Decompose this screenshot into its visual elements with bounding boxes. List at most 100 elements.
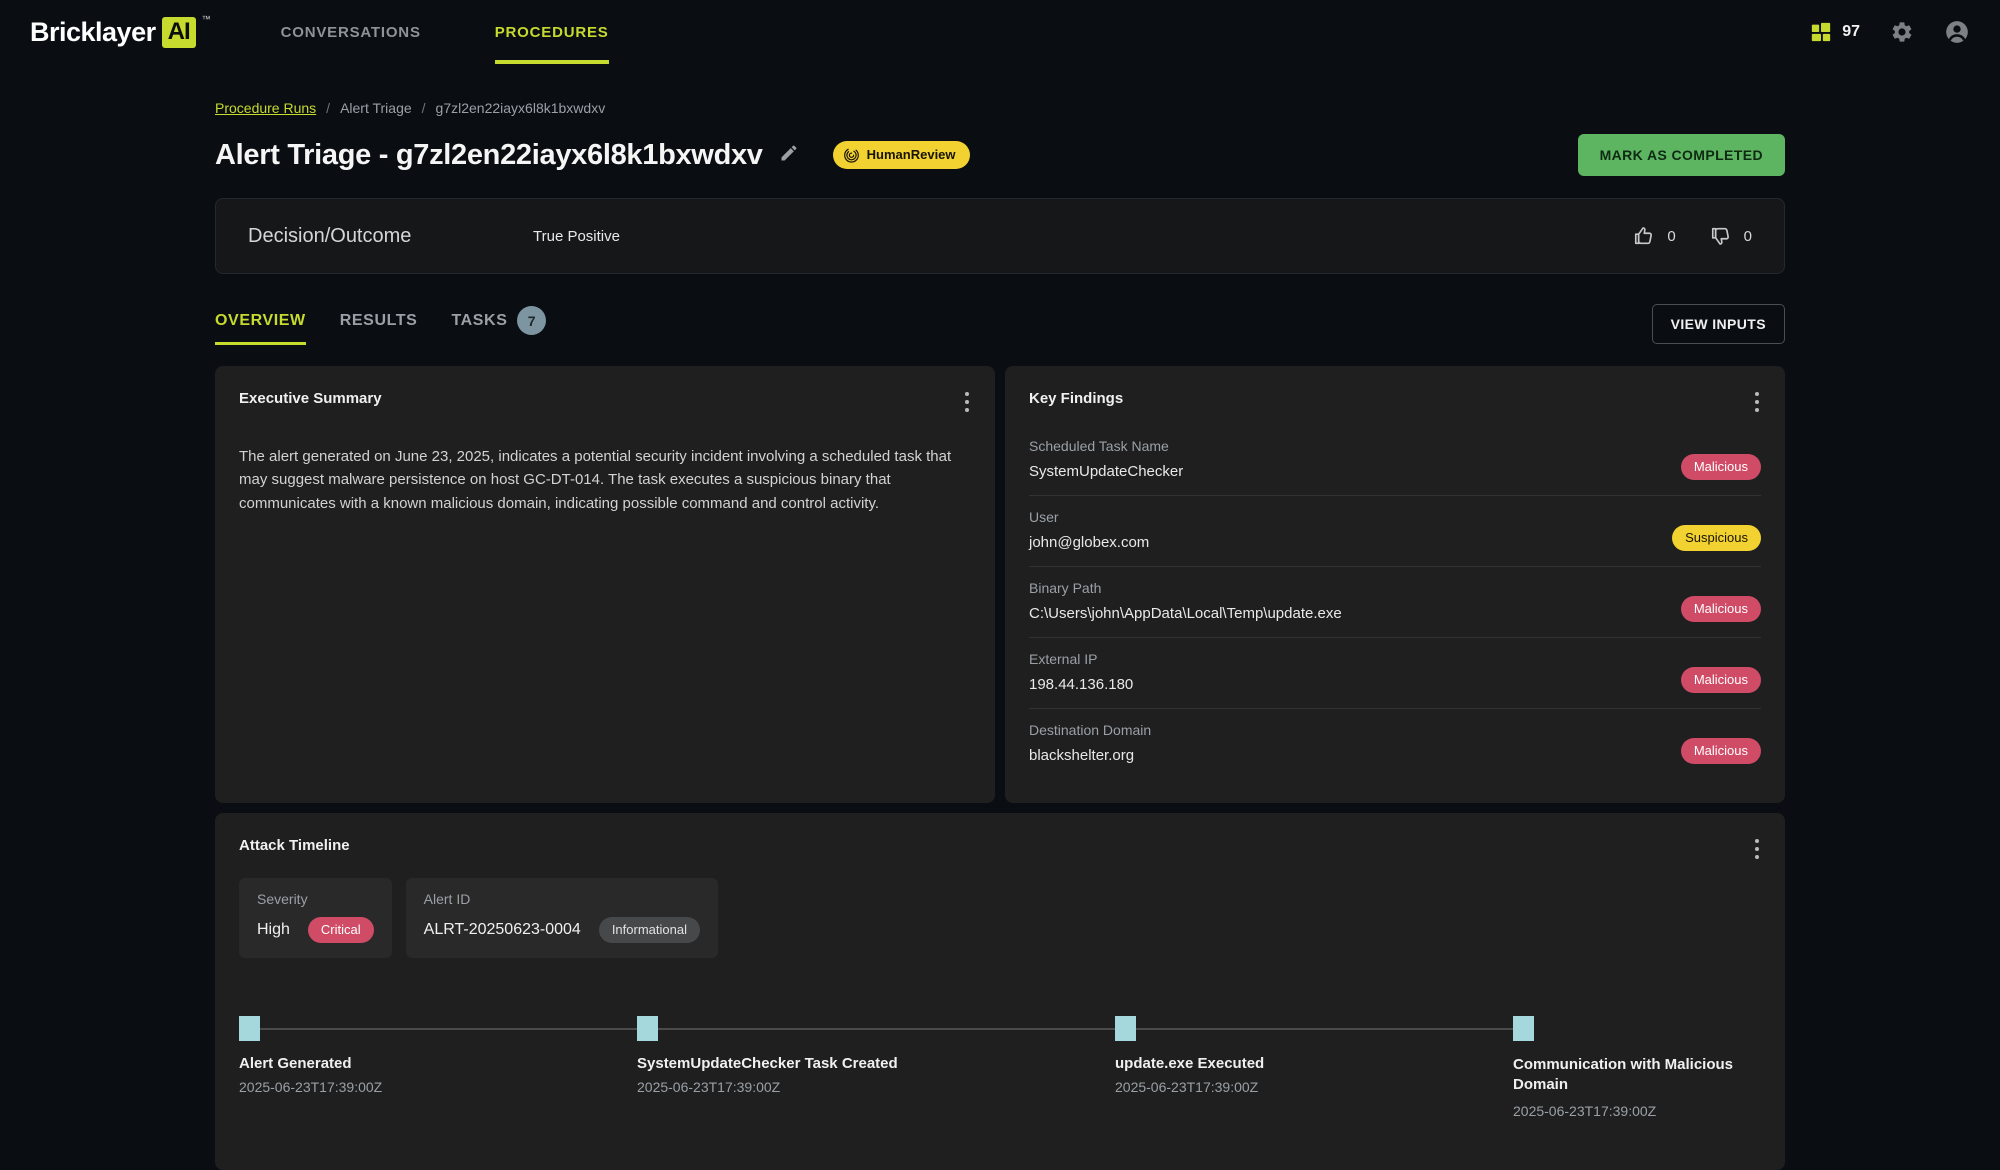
timeline-event-timestamp: 2025-06-23T17:39:00Z <box>239 1079 599 1095</box>
finding-label: External IP <box>1029 651 1133 667</box>
timeline-event-title: SystemUpdateChecker Task Created <box>637 1055 1067 1072</box>
alert-id-label: Alert ID <box>424 891 700 907</box>
fingerprint-icon <box>843 146 860 163</box>
settings-button[interactable] <box>1890 20 1914 44</box>
overview-cards: Executive Summary The alert generated on… <box>215 366 1785 803</box>
tab-tasks-label: TASKS <box>451 312 507 330</box>
timeline-event-title: Alert Generated <box>239 1055 599 1072</box>
decision-label: Decision/Outcome <box>248 225 533 248</box>
timeline-event-timestamp: 2025-06-23T17:39:00Z <box>637 1079 1067 1095</box>
finding-severity-badge: Malicious <box>1681 667 1761 693</box>
breadcrumb: Procedure Runs / Alert Triage / g7zl2en2… <box>215 100 1785 116</box>
severity-label: Severity <box>257 891 374 907</box>
finding-label: Destination Domain <box>1029 722 1151 738</box>
finding-value: 198.44.136.180 <box>1029 676 1133 693</box>
primary-nav: CONVERSATIONS PROCEDURES <box>281 0 609 64</box>
alert-meta-chips: Severity High Critical Alert ID ALRT-202… <box>239 878 1761 958</box>
human-review-badge: HumanReview <box>833 141 970 169</box>
credits-count: 97 <box>1842 23 1860 41</box>
breadcrumb-alert-triage: Alert Triage <box>340 100 412 116</box>
finding-row-destination-domain: Destination Domain blackshelter.org Mali… <box>1029 709 1761 779</box>
alert-id-chip: Alert ID ALRT-20250623-0004 Informationa… <box>406 878 718 958</box>
key-findings-title: Key Findings <box>1029 390 1761 407</box>
timeline-event-update-executed: update.exe Executed 2025-06-23T17:39:00Z <box>1115 1016 1495 1095</box>
timeline-marker <box>637 1016 658 1041</box>
timeline-event-task-created: SystemUpdateChecker Task Created 2025-06… <box>637 1016 1067 1095</box>
tasks-count-badge: 7 <box>517 306 546 335</box>
finding-value: C:\Users\john\AppData\Local\Temp\update.… <box>1029 605 1342 622</box>
attack-timeline-menu-button[interactable] <box>1751 835 1763 863</box>
gear-icon <box>1890 20 1914 44</box>
timeline-marker <box>1513 1016 1534 1041</box>
thumbs-down-button[interactable]: 0 <box>1710 225 1752 247</box>
key-findings-menu-button[interactable] <box>1751 388 1763 416</box>
finding-value: blackshelter.org <box>1029 747 1151 764</box>
tab-tasks[interactable]: TASKS 7 <box>451 306 546 350</box>
severity-value: High <box>257 921 290 939</box>
breadcrumb-procedure-runs[interactable]: Procedure Runs <box>215 100 316 116</box>
credits-indicator[interactable]: 97 <box>1810 21 1860 43</box>
brand-name: Bricklayer <box>30 17 156 48</box>
nav-tab-conversations[interactable]: CONVERSATIONS <box>281 0 421 64</box>
thumbs-up-button[interactable]: 0 <box>1633 225 1675 247</box>
view-inputs-button[interactable]: VIEW INPUTS <box>1652 304 1785 344</box>
attack-timeline-title: Attack Timeline <box>239 837 1761 854</box>
alert-id-value: ALRT-20250623-0004 <box>424 921 581 939</box>
finding-row-binary-path: Binary Path C:\Users\john\AppData\Local\… <box>1029 567 1761 638</box>
finding-severity-badge: Suspicious <box>1672 525 1761 551</box>
apps-grid-icon <box>1810 21 1832 43</box>
thumbs-down-count: 0 <box>1744 228 1752 245</box>
thumbs-up-count: 0 <box>1667 228 1675 245</box>
tab-overview[interactable]: OVERVIEW <box>215 312 306 345</box>
breadcrumb-run-id: g7zl2en22iayx6l8k1bxwdxv <box>436 100 606 116</box>
content-tabs: OVERVIEW RESULTS TASKS 7 VIEW INPUTS <box>215 304 1785 352</box>
finding-severity-badge: Malicious <box>1681 454 1761 480</box>
page-title: Alert Triage - g7zl2en22iayx6l8k1bxwdxv <box>215 139 763 172</box>
feedback-votes: 0 0 <box>1633 225 1752 247</box>
thumbs-up-icon <box>1633 225 1655 247</box>
nav-right-controls: 97 <box>1810 0 1970 64</box>
severity-chip: Severity High Critical <box>239 878 392 958</box>
executive-summary-title: Executive Summary <box>239 390 971 407</box>
timeline-event-title: Communication with Malicious Domain <box>1513 1055 1733 1096</box>
account-button[interactable] <box>1944 19 1970 45</box>
timeline-event-alert-generated: Alert Generated 2025-06-23T17:39:00Z <box>239 1016 599 1095</box>
key-findings-list: Scheduled Task Name SystemUpdateChecker … <box>1029 425 1761 779</box>
avatar-icon <box>1944 19 1970 45</box>
finding-label: User <box>1029 509 1149 525</box>
finding-row-user: User john@globex.com Suspicious <box>1029 496 1761 567</box>
timeline-event-title: update.exe Executed <box>1115 1055 1495 1072</box>
thumbs-down-icon <box>1710 225 1732 247</box>
mark-as-completed-button[interactable]: MARK AS COMPLETED <box>1578 134 1785 176</box>
title-row: Alert Triage - g7zl2en22iayx6l8k1bxwdxv … <box>215 134 1785 176</box>
brand-logo[interactable]: Bricklayer AI ™ <box>30 0 211 64</box>
attack-timeline-card: Attack Timeline Severity High Critical A… <box>215 813 1785 1170</box>
executive-summary-card: Executive Summary The alert generated on… <box>215 366 995 803</box>
critical-badge: Critical <box>308 917 374 943</box>
timeline-marker <box>1115 1016 1136 1041</box>
timeline-event-timestamp: 2025-06-23T17:39:00Z <box>1115 1079 1495 1095</box>
informational-badge: Informational <box>599 917 700 943</box>
breadcrumb-separator: / <box>422 100 426 116</box>
pencil-icon <box>779 143 799 163</box>
finding-severity-badge: Malicious <box>1681 738 1761 764</box>
finding-value: SystemUpdateChecker <box>1029 463 1183 480</box>
timeline-event-malicious-communication: Communication with Malicious Domain 2025… <box>1513 1016 1733 1119</box>
timeline-track: Alert Generated 2025-06-23T17:39:00Z Sys… <box>239 1016 1761 1146</box>
timeline-event-timestamp: 2025-06-23T17:39:00Z <box>1513 1103 1733 1119</box>
finding-row-scheduled-task: Scheduled Task Name SystemUpdateChecker … <box>1029 425 1761 496</box>
finding-value: john@globex.com <box>1029 534 1149 551</box>
executive-summary-menu-button[interactable] <box>961 388 973 416</box>
executive-summary-body: The alert generated on June 23, 2025, in… <box>239 445 971 515</box>
finding-label: Binary Path <box>1029 580 1342 596</box>
decision-outcome-panel: Decision/Outcome True Positive 0 0 <box>215 198 1785 274</box>
nav-tab-procedures[interactable]: PROCEDURES <box>495 0 609 64</box>
breadcrumb-separator: / <box>326 100 330 116</box>
key-findings-card: Key Findings Scheduled Task Name SystemU… <box>1005 366 1785 803</box>
timeline-marker <box>239 1016 260 1041</box>
edit-title-button[interactable] <box>779 143 799 168</box>
finding-row-external-ip: External IP 198.44.136.180 Malicious <box>1029 638 1761 709</box>
finding-label: Scheduled Task Name <box>1029 438 1183 454</box>
page-content: Procedure Runs / Alert Triage / g7zl2en2… <box>215 100 1785 1170</box>
tab-results[interactable]: RESULTS <box>340 312 418 345</box>
